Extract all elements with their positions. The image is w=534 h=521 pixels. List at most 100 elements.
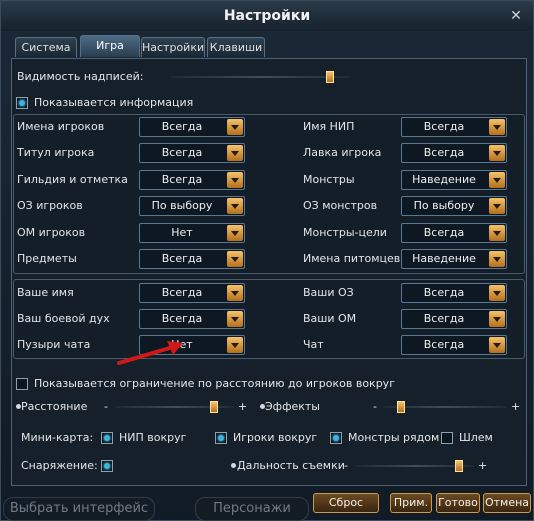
label-minimap: Мини-карта: (21, 431, 94, 444)
draw-distance-minus[interactable]: - (344, 459, 348, 472)
red-arrow-annotation (117, 341, 183, 365)
chevron-down-icon[interactable] (227, 251, 243, 267)
helmet-checkbox[interactable] (441, 432, 453, 444)
setting-left-dropdown[interactable]: Всегда (139, 143, 245, 164)
minimap-monsters-label: Монстры рядом (348, 431, 440, 444)
setting-left-label: Предметы (17, 252, 77, 265)
chevron-down-icon[interactable] (227, 171, 243, 188)
chevron-down-icon[interactable] (227, 119, 243, 135)
setting-right-label: Имя НИП (303, 120, 355, 133)
setting-left-value: Нет (171, 225, 193, 239)
chevron-down-icon[interactable] (489, 251, 505, 267)
setting-left-dropdown[interactable]: Всегда (139, 169, 245, 190)
setting-right-dropdown[interactable]: Наведение (401, 169, 507, 190)
tab-keys[interactable]: Клавиши (207, 37, 265, 57)
helmet-label: Шлем (459, 431, 493, 444)
setting-right-value: Всегда (423, 225, 465, 239)
distance-limit-checkbox[interactable] (16, 378, 28, 390)
chevron-down-icon[interactable] (489, 224, 505, 241)
setting-right-label: ОЗ монстров (303, 199, 378, 213)
chevron-down-icon[interactable] (227, 145, 243, 162)
self-left-dropdown[interactable]: Всегда (139, 309, 245, 329)
chevron-down-icon[interactable] (489, 119, 505, 135)
setting-right-value: Всегда (423, 120, 465, 133)
self-right-value: Всегда (423, 286, 465, 299)
setting-left-value: Всегда (161, 120, 203, 133)
draw-distance-slider[interactable] (356, 460, 474, 472)
chevron-down-icon[interactable] (489, 198, 505, 215)
setting-left-dropdown[interactable]: Всегда (139, 249, 245, 269)
chevron-down-icon[interactable] (489, 311, 505, 327)
tab-settings[interactable]: Настройки (141, 37, 205, 57)
chevron-down-icon[interactable] (227, 337, 243, 353)
tab-game[interactable]: Игра (80, 35, 140, 57)
distance-minus[interactable]: - (104, 400, 108, 413)
chevron-down-icon[interactable] (227, 224, 243, 241)
minimap-npc-checkbox[interactable] (101, 432, 113, 444)
setting-left-dropdown[interactable]: Всегда (139, 117, 245, 137)
window-title: Настройки (223, 8, 311, 24)
setting-left-dropdown[interactable]: По выбору (139, 196, 245, 217)
setting-right-dropdown[interactable]: По выбору (401, 196, 507, 217)
tab-system[interactable]: Система (15, 37, 77, 57)
self-right-value: Всегда (423, 312, 465, 325)
draw-distance-plus[interactable]: + (478, 459, 487, 472)
label-visibility: Видимость надписей: (17, 70, 144, 83)
chevron-down-icon[interactable] (227, 311, 243, 327)
chevron-down-icon[interactable] (489, 337, 505, 353)
setting-right-value: Наведение (412, 252, 476, 265)
setting-left-label: ОЗ игроков (17, 199, 83, 213)
title-bar[interactable]: Настройки ✕ (1, 1, 533, 31)
setting-right-label: Лавка игрока (303, 146, 382, 160)
self-left-value: Всегда (161, 312, 203, 325)
draw-distance-slider-knob[interactable] (455, 460, 463, 472)
setting-right-dropdown[interactable]: Наведение (401, 249, 507, 269)
close-icon[interactable]: ✕ (507, 7, 525, 25)
self-right-label: Ваши ОЗ (303, 286, 354, 299)
minimap-players-label: Игроки вокруг (233, 431, 318, 444)
setting-left-value: Всегда (161, 146, 203, 160)
self-left-label: Ваш боевой дух (17, 312, 110, 325)
distance-plus[interactable]: + (238, 400, 247, 413)
ok-button[interactable]: Готово (436, 493, 480, 513)
setting-right-value: Наведение (412, 172, 476, 186)
self-left-label: Пузыри чата (17, 338, 91, 351)
chevron-down-icon[interactable] (227, 285, 243, 301)
setting-left-label: ОМ игроков (17, 225, 86, 239)
effects-slider-knob[interactable] (397, 401, 405, 413)
setting-right-dropdown[interactable]: Всегда (401, 117, 507, 137)
setting-right-label: Монстры-цели (303, 225, 387, 239)
self-right-dropdown[interactable]: Всегда (401, 335, 507, 355)
chevron-down-icon[interactable] (489, 171, 505, 188)
label-equipment: Снаряжение: (21, 459, 98, 472)
self-right-dropdown[interactable]: Всегда (401, 309, 507, 329)
effects-slider[interactable] (383, 401, 507, 413)
cancel-button[interactable]: Отмена (483, 493, 531, 513)
distance-slider[interactable] (116, 401, 234, 413)
visibility-slider[interactable] (171, 71, 351, 83)
self-left-dropdown[interactable]: Всегда (139, 283, 245, 303)
label-info-shown: Показывается информация (34, 96, 194, 109)
visibility-slider-knob[interactable] (326, 71, 334, 83)
effects-minus[interactable]: - (373, 400, 377, 413)
effects-plus[interactable]: + (511, 400, 520, 413)
setting-left-value: По выбору (151, 199, 213, 213)
minimap-monsters-checkbox[interactable] (330, 432, 342, 444)
minimap-npc-label: НИП вокруг (119, 431, 187, 444)
info-shown-checkbox[interactable] (16, 97, 28, 109)
minimap-players-checkbox[interactable] (215, 432, 227, 444)
characters-button: Персонажи (195, 497, 309, 521)
setting-right-dropdown[interactable]: Всегда (401, 143, 507, 164)
equipment-checkbox[interactable] (101, 460, 113, 472)
setting-right-dropdown[interactable]: Всегда (401, 222, 507, 243)
chevron-down-icon[interactable] (489, 145, 505, 162)
reset-button[interactable]: Сброс (313, 493, 379, 513)
self-right-dropdown[interactable]: Всегда (401, 283, 507, 303)
distance-slider-knob[interactable] (210, 401, 218, 413)
apply-button[interactable]: Прим. (390, 493, 432, 513)
setting-left-label: Гильдия и отметка (17, 172, 128, 186)
chevron-down-icon[interactable] (227, 198, 243, 215)
label-effects: Эффекты (265, 400, 320, 413)
setting-left-dropdown[interactable]: Нет (139, 222, 245, 243)
chevron-down-icon[interactable] (489, 285, 505, 301)
